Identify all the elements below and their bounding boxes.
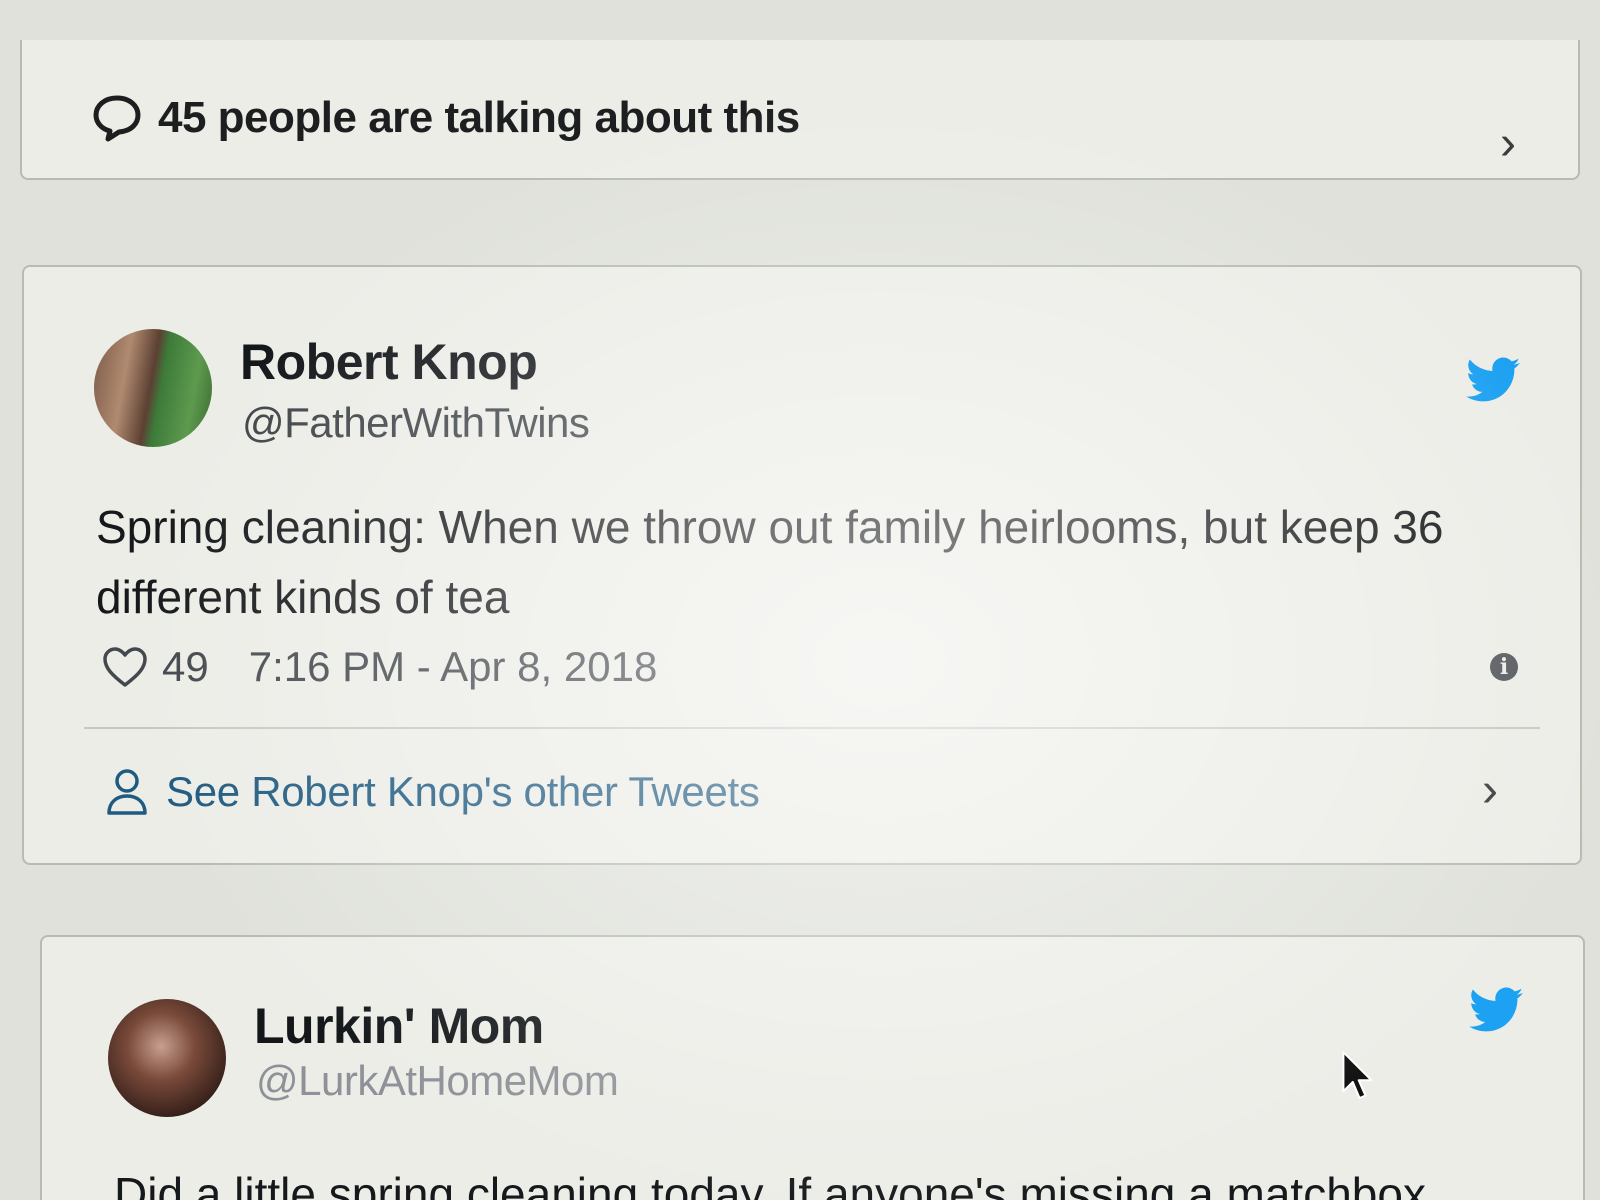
- person-icon: [107, 769, 147, 815]
- mouse-pointer-icon: [1342, 1051, 1373, 1100]
- divider: [84, 727, 1540, 729]
- info-icon[interactable]: i: [1490, 653, 1518, 681]
- chevron-right-icon[interactable]: ›: [1500, 120, 1516, 168]
- tweet-card[interactable]: Robert Knop @FatherWithTwins Spring clea…: [22, 265, 1582, 865]
- tweet-text: Did a little spring cleaning today. If a…: [114, 1168, 1426, 1200]
- like-count: 49: [162, 643, 209, 690]
- tweet-timestamp[interactable]: 7:16 PM - Apr 8, 2018: [249, 643, 658, 691]
- chevron-right-icon[interactable]: ›: [1482, 767, 1498, 815]
- tweet-meta-row: 49 7:16 PM - Apr 8, 2018: [102, 642, 657, 692]
- author-handle[interactable]: @LurkAtHomeMom: [256, 1057, 619, 1105]
- twitter-bird-icon[interactable]: [1469, 987, 1523, 1033]
- author-name[interactable]: Lurkin' Mom: [254, 997, 544, 1055]
- twitter-bird-icon[interactable]: [1466, 357, 1520, 403]
- tweet-text: Spring cleaning: When we throw out famil…: [96, 501, 1444, 623]
- see-other-tweets-link[interactable]: See Robert Knop's other Tweets: [106, 757, 1530, 827]
- talking-about-text: 45 people are talking about this: [158, 93, 800, 142]
- talking-about-row[interactable]: 45 people are talking about this: [92, 88, 1518, 148]
- author-handle[interactable]: @FatherWithTwins: [242, 399, 590, 447]
- conversation-summary-card[interactable]: 45 people are talking about this ›: [20, 40, 1580, 180]
- speech-bubble-icon: [93, 95, 141, 142]
- see-other-tweets-label: See Robert Knop's other Tweets: [166, 768, 760, 815]
- avatar[interactable]: [108, 999, 226, 1117]
- heart-icon[interactable]: [102, 646, 148, 688]
- author-name[interactable]: Robert Knop: [240, 333, 538, 391]
- avatar[interactable]: [94, 329, 212, 447]
